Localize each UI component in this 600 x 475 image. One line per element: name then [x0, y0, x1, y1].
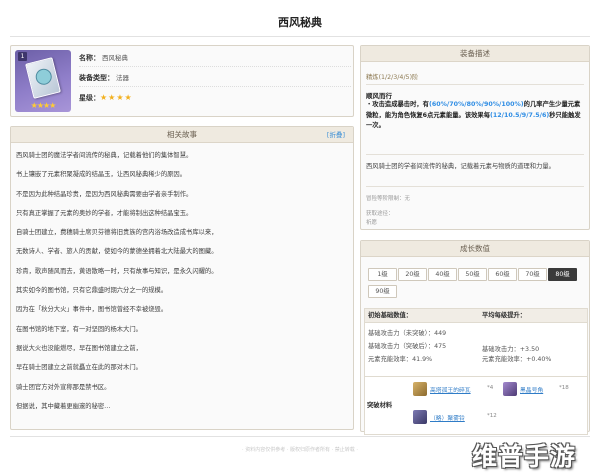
- base-atk-post: 基础攻击力（突破后）：475: [368, 343, 447, 350]
- base-er: 元素充能效率：41.9%: [368, 356, 433, 363]
- level-button[interactable]: 70级: [518, 268, 547, 281]
- rarity-row: 星级：★★★★: [79, 89, 351, 107]
- weapon-icon: 1 ★★★★: [15, 50, 71, 112]
- lore-title: 相关故事: [167, 130, 197, 139]
- lore-line: 骑士团官方对外宣称那是禁书区。: [16, 383, 111, 391]
- avg-er: 元素充能效率：+0.40%: [482, 356, 552, 363]
- name-row: 名称： 西风秘典: [79, 49, 351, 67]
- source-meta-label: 获取途径：: [366, 211, 394, 217]
- stats-table: 初始基础数值： 平均每级提升： 基础攻击力（未突破）：449 基础攻击力（突破后…: [364, 308, 588, 435]
- material-icon: [413, 382, 427, 396]
- lore-line: 据说大火也没能燃尽，早在图书馆建立之前，: [16, 344, 142, 352]
- limit-meta: 冒险等阶限制：无: [366, 196, 411, 202]
- material-name: （略）聚雾铃: [430, 416, 465, 422]
- stats-values: 基础攻击力（未突破）：449 基础攻击力（突破后）：475 元素充能效率：41.…: [365, 323, 587, 377]
- skill-chance: (60%/70%/80%/90%/100%): [428, 101, 524, 108]
- type-value: 法器: [116, 74, 129, 82]
- type-label: 装备类型：: [79, 74, 114, 82]
- divider: [366, 186, 584, 187]
- materials-label: 突破材料: [367, 402, 393, 409]
- material-name: 黑晶号角: [520, 388, 544, 394]
- lore-lines: 西风骑士团的魔法学者间流传的秘典，记载着他们的集体智慧。 书上镶嵌了元素积聚凝成…: [16, 150, 218, 420]
- name-label: 名称：: [79, 54, 100, 62]
- lore-line: 书上镶嵌了元素积聚凝成的结晶玉，让西风秘典稀少的原因。: [16, 171, 187, 179]
- lore-line: 只有真正掌握了元素的奥妙的学者，才能将制出这种结晶宝玉。: [16, 209, 193, 217]
- source-meta-value: 祈愿: [366, 220, 378, 226]
- material-item[interactable]: （略）聚雾铃 *12: [413, 410, 497, 424]
- material-count: *4: [487, 385, 494, 391]
- description-panel: 装备描述 精炼(1/2/3/4/5)阶 顺风而行 ・攻击造成暴击时，有(60%/…: [360, 45, 590, 230]
- lore-line: 不是因为此种结晶珍贵，是因为西风秘典需要由学者亲手制作。: [16, 190, 193, 198]
- avg-atk-post: 基础攻击力：+3.50: [482, 346, 540, 353]
- description-header: 装备描述: [361, 46, 589, 62]
- level-buttons: 1级 20级 40级 50级 60级 70级 80级 90级: [368, 268, 588, 302]
- flavor-text: 西风骑士团的学者间流传的秘典，记载着元素与物质的道理和力量。: [366, 163, 555, 170]
- name-value: 西风秘典: [102, 54, 128, 62]
- lore-line: 早在骑士团建立之前就矗立在此的那对木门。: [16, 364, 142, 372]
- stats-header: 成长数值: [361, 241, 589, 257]
- materials-row: 突破材料 高塔孤王的碎瓦 *4 黑晶号角 *18 （略）聚雾铃 *12: [365, 377, 587, 434]
- refine-label: 精炼(1/2/3/4/5)阶: [366, 74, 419, 81]
- icon-stars: ★★★★: [30, 101, 57, 110]
- type-row: 装备类型： 法器: [79, 69, 351, 87]
- base-header: 初始基础数值：: [368, 312, 413, 319]
- material-icon: [413, 410, 427, 424]
- stats-table-header: 初始基础数值： 平均每级提升：: [365, 309, 587, 323]
- watermark-logo: 维普手游网: [472, 442, 577, 471]
- stats-panel: 成长数值 1级 20级 40级 50级 60级 70级 80级 90级 初始基础数值： 平均每…: [360, 240, 590, 435]
- lore-line: 自骑士团建立，费穗骑士席贝芬德将旧贵族的宫内浴场改造成书库以来，: [16, 229, 218, 237]
- page-title: 西风秘典: [278, 16, 322, 29]
- avg-header: 平均每级提升：: [482, 312, 527, 319]
- skill-cooldown: (12/10.5/9/7.5/6): [490, 111, 550, 119]
- level-button[interactable]: 80级: [548, 268, 577, 281]
- skill-title: 顺风而行: [366, 92, 392, 100]
- weapon-info-panel: 1 ★★★★ 名称： 西风秘典 装备类型： 法器 星级：★★★★: [10, 45, 354, 117]
- lore-line: 无数诗人、学者、旅人的贡献，使如今的蒙德坐拥着北大陆最大的图藏。: [16, 248, 218, 256]
- material-count: *18: [559, 385, 569, 391]
- fold-link[interactable]: [折叠]: [327, 127, 345, 143]
- catalyst-book-icon: [25, 57, 61, 99]
- level-button[interactable]: 20级: [398, 268, 427, 281]
- lore-line: 其实如今的图书馆，只有它鼎盛时期六分之一的规模。: [16, 287, 168, 295]
- level-button[interactable]: 90级: [368, 285, 397, 298]
- rank-badge: 1: [18, 52, 27, 61]
- level-button[interactable]: 1级: [368, 268, 397, 281]
- divider: [366, 154, 584, 155]
- lore-header: 相关故事 [折叠]: [11, 127, 353, 143]
- lore-line: 因为在「秋分大火」事件中，图书馆曾经不幸被烧毁。: [16, 306, 168, 314]
- lore-line: 在图书馆的地下室，有一对坚固的杨木大门。: [16, 325, 142, 333]
- divider: [10, 36, 590, 37]
- rarity-label: 星级：: [79, 94, 100, 102]
- level-button[interactable]: 40级: [428, 268, 457, 281]
- material-icon: [503, 382, 517, 396]
- material-name: 高塔孤王的碎瓦: [430, 388, 471, 394]
- level-button[interactable]: 50级: [458, 268, 487, 281]
- material-count: *12: [487, 413, 497, 419]
- rarity-stars: ★★★★: [100, 93, 133, 102]
- material-item[interactable]: 黑晶号角 *18: [503, 382, 585, 396]
- lore-line: 西风骑士团的魔法学者间流传的秘典，记载着他们的集体智慧。: [16, 152, 193, 159]
- skill-prefix: ・攻击造成暴击时，有: [366, 101, 429, 108]
- divider: [366, 84, 584, 85]
- lore-line: 珍貴，歌声随风而去，黄语散略一时，只有故事与知识，是永久闪耀的。: [16, 267, 218, 275]
- material-item[interactable]: 高塔孤王的碎瓦 *4: [413, 382, 495, 396]
- lore-line: 但据说，其中藏着更幽邃的秘密…: [16, 402, 111, 410]
- level-button[interactable]: 60级: [488, 268, 517, 281]
- skill-body: ・攻击造成暴击时，有(60%/70%/80%/90%/100%)的几率产生少量元…: [366, 100, 586, 132]
- lore-panel: 相关故事 [折叠] 西风骑士团的魔法学者间流传的秘典，记载着他们的集体智慧。 书…: [10, 126, 354, 430]
- base-atk-pre: 基础攻击力（未突破）：449: [368, 330, 447, 337]
